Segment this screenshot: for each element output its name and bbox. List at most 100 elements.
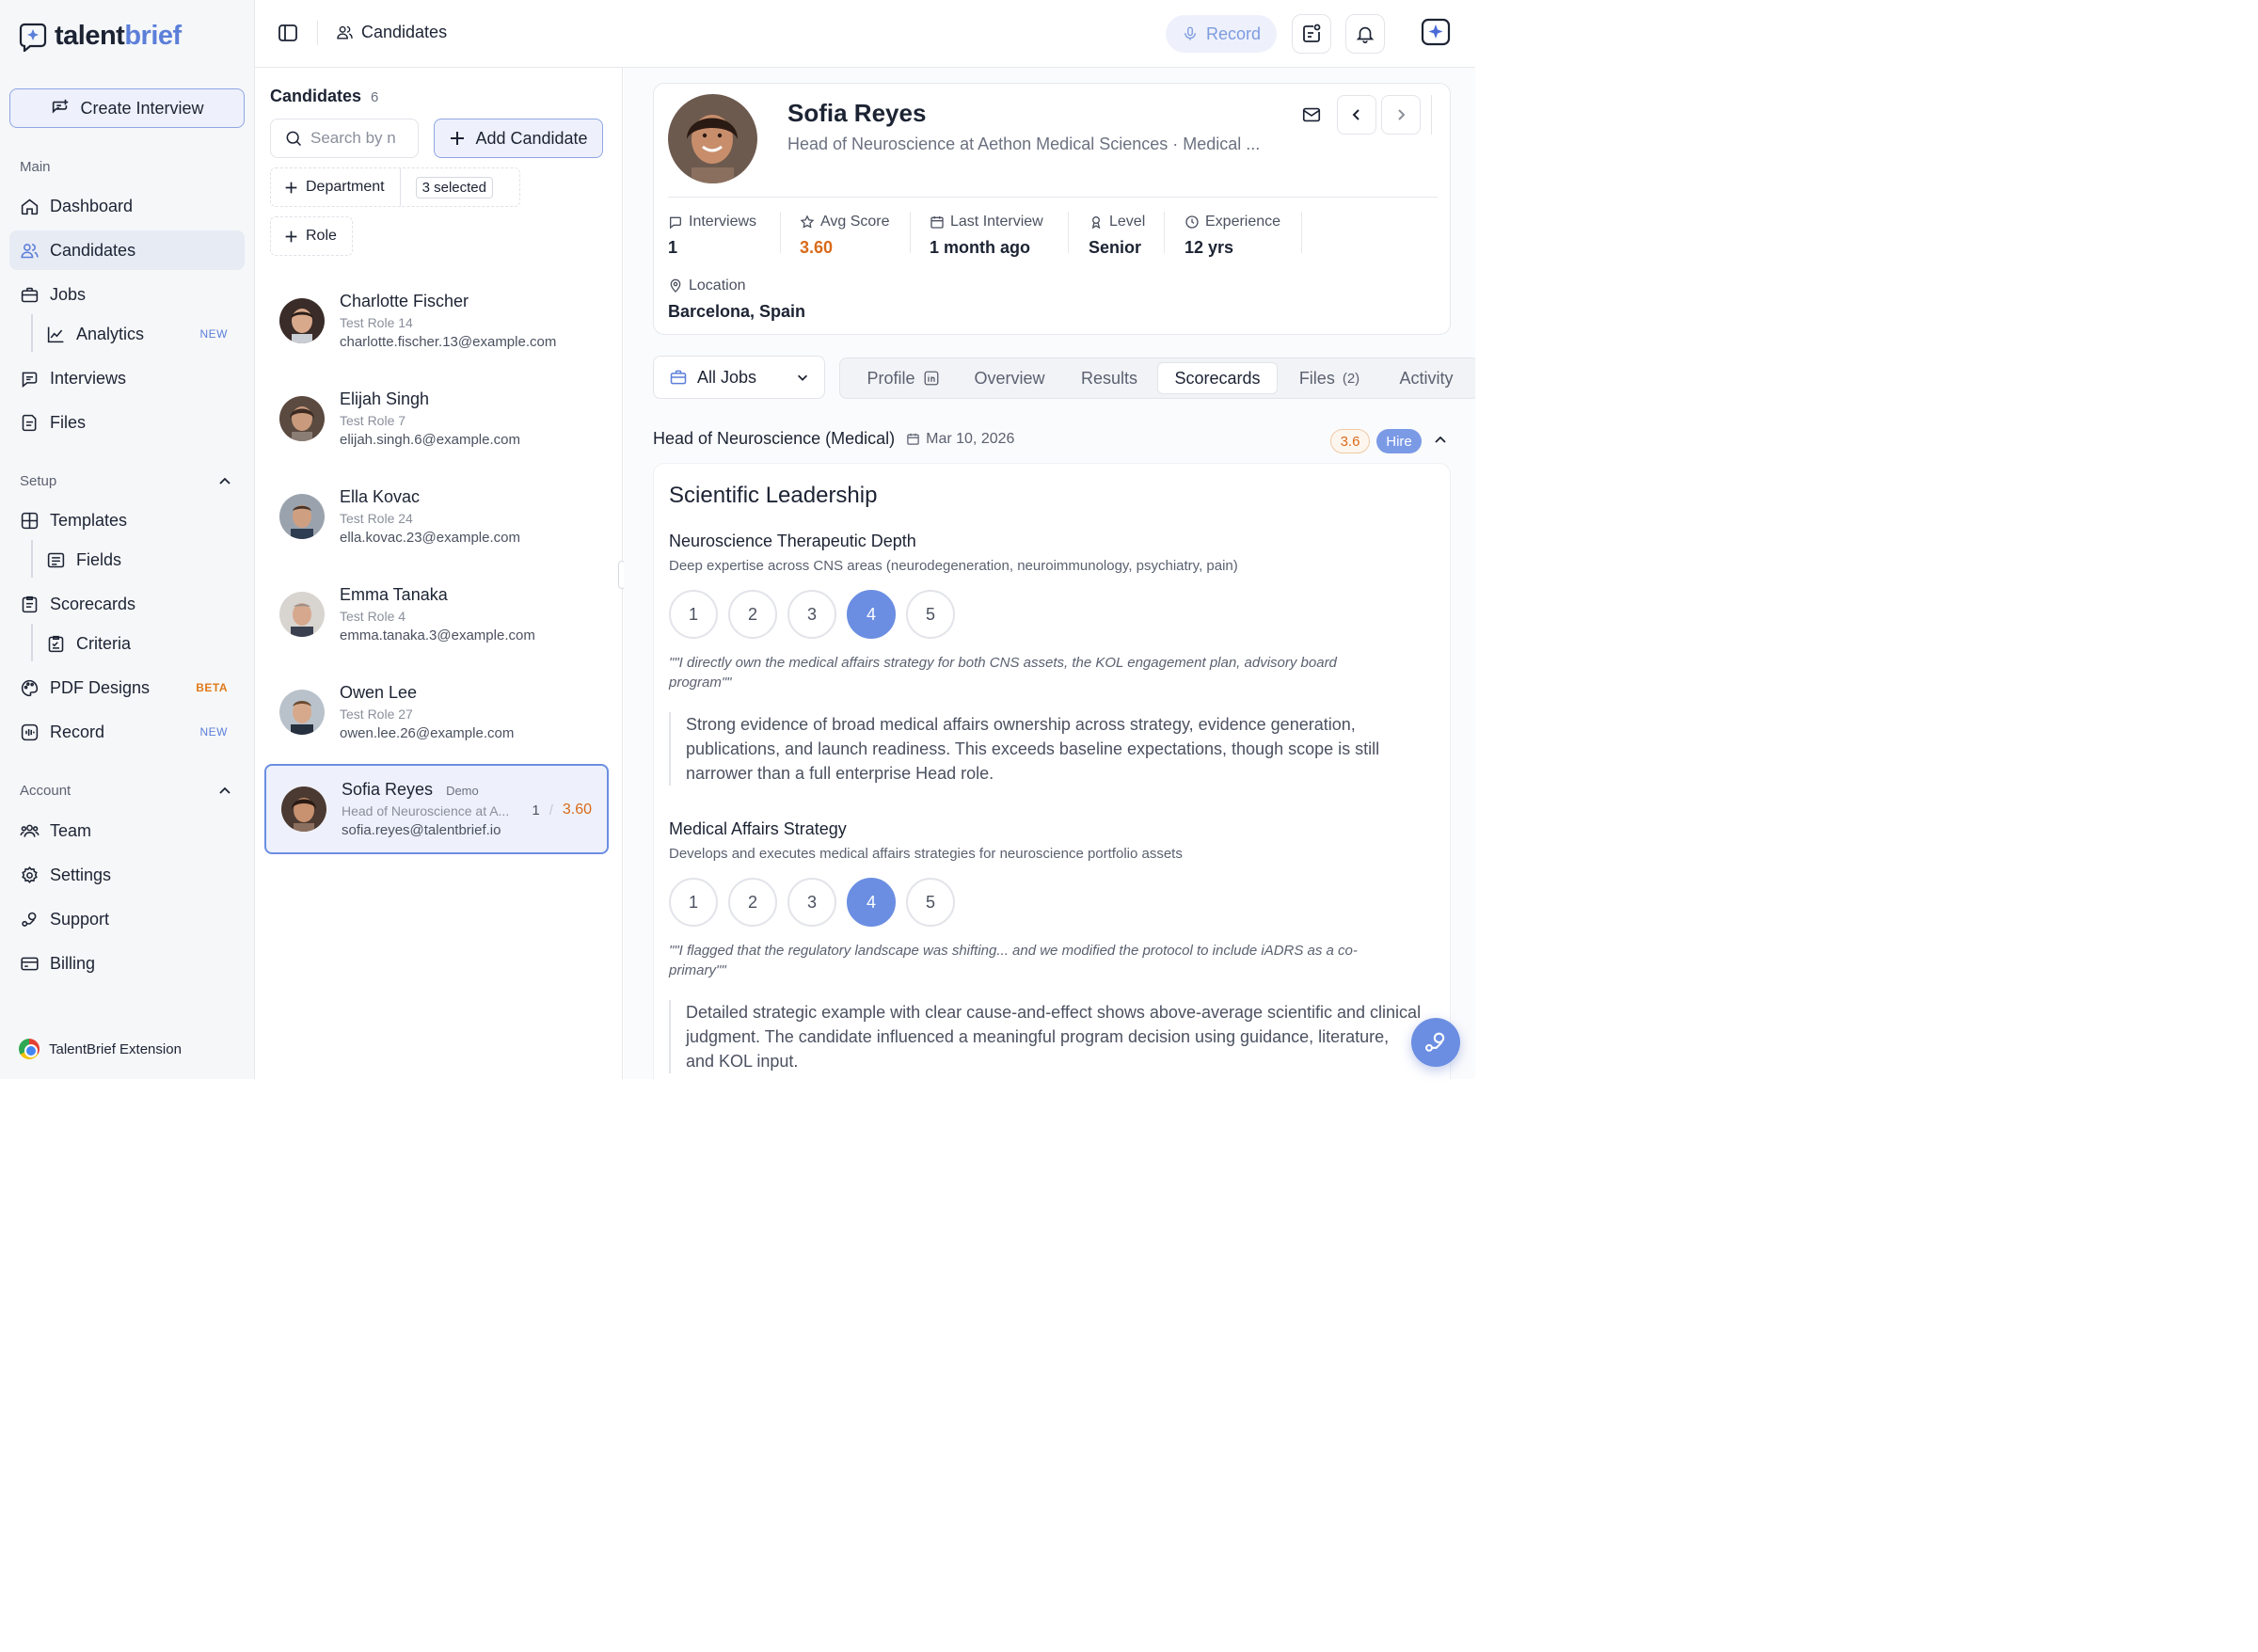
divider [668, 197, 1438, 198]
mail-icon[interactable] [1301, 104, 1322, 125]
rating-option[interactable]: 3 [787, 878, 836, 927]
interview-count: 1 [532, 802, 540, 818]
sidebar-item-jobs[interactable]: Jobs [9, 275, 245, 314]
evidence-quote: ""I flagged that the regulatory landscap… [669, 943, 1358, 978]
rating-option-selected[interactable]: 4 [847, 878, 896, 927]
plus-icon [451, 132, 465, 145]
sidebar-item-criteria[interactable]: Criteria [36, 624, 245, 663]
ai-assistant-button[interactable] [1417, 14, 1455, 52]
candidate-role: Test Role 14 [340, 315, 413, 330]
sparkle-chat-icon [1421, 18, 1451, 46]
divider [1431, 95, 1432, 135]
stat-level: Level Senior [1089, 214, 1146, 257]
updates-button[interactable] [1292, 14, 1331, 54]
notifications-button[interactable] [1345, 14, 1385, 54]
tab-activity[interactable]: Activity [1384, 362, 1469, 394]
sidebar-toggle-icon[interactable] [278, 23, 298, 43]
sidebar-item-candidates[interactable]: Candidates [9, 230, 245, 270]
support-chat-button[interactable] [1411, 1018, 1460, 1067]
briefcase-icon [21, 287, 39, 302]
rating-scale: 1 2 3 4 5 [669, 590, 955, 639]
sidebar-item-dashboard[interactable]: Dashboard [9, 186, 245, 226]
list-item[interactable]: Elijah Singh Test Role 7 elijah.singh.6@… [264, 373, 609, 464]
rating-option[interactable]: 2 [728, 590, 777, 639]
rating-option[interactable]: 5 [906, 590, 955, 639]
chevron-up-icon[interactable] [1433, 433, 1448, 448]
section-setup-label: Setup [20, 473, 57, 489]
gear-icon [22, 866, 38, 883]
list-item[interactable]: Emma Tanaka Test Role 4 emma.tanaka.3@ex… [264, 569, 609, 659]
list-item[interactable]: Charlotte Fischer Test Role 14 charlotte… [264, 276, 609, 366]
record-button[interactable]: Record [1166, 15, 1277, 53]
tab-results[interactable]: Results [1070, 362, 1149, 394]
avatar [281, 786, 326, 832]
sidebar-item-label: Team [50, 820, 92, 840]
tab-scorecards[interactable]: Scorecards [1157, 362, 1278, 394]
bell-icon [1356, 26, 1375, 43]
sidebar-item-label: Templates [50, 510, 128, 530]
search-input[interactable]: Search by n [270, 119, 419, 158]
sidebar-item-support[interactable]: Support [9, 899, 245, 939]
extension-link[interactable]: TalentBrief Extension [19, 1039, 182, 1059]
role-filter[interactable]: Role [270, 216, 353, 256]
sidebar-item-interviews[interactable]: Interviews [9, 358, 245, 398]
tab-profile[interactable]: Profile [851, 362, 955, 394]
list-item[interactable]: Ella Kovac Test Role 24 ella.kovac.23@ex… [264, 471, 609, 562]
sidebar-item-scorecards[interactable]: Scorecards [9, 584, 245, 624]
rating-option[interactable]: 1 [669, 590, 718, 639]
divider [399, 168, 401, 206]
candidate-name-heading: Sofia Reyes [787, 99, 927, 127]
rating-option-selected[interactable]: 4 [847, 590, 896, 639]
sidebar-item-billing[interactable]: Billing [9, 944, 245, 983]
previous-candidate-button[interactable] [1337, 95, 1376, 135]
sidebar-item-label: Files [50, 412, 87, 432]
sidebar-item-record[interactable]: Record NEW [9, 712, 245, 752]
list-item[interactable]: Owen Lee Test Role 27 owen.lee.26@exampl… [264, 667, 609, 757]
rating-option[interactable]: 3 [787, 590, 836, 639]
sidebar-item-fields[interactable]: Fields [36, 540, 245, 580]
rating-option[interactable]: 1 [669, 878, 718, 927]
sidebar-item-team[interactable]: Team [9, 811, 245, 850]
rating-option[interactable]: 5 [906, 878, 955, 927]
map-pin-icon [670, 278, 681, 293]
add-candidate-button[interactable]: Add Candidate [434, 119, 603, 158]
divider [317, 21, 318, 45]
create-interview-button[interactable]: Create Interview [9, 88, 245, 128]
candidate-email: owen.lee.26@example.com [340, 725, 515, 741]
candidate-name: Ella Kovac [340, 487, 421, 506]
topbar: Candidates Record [255, 0, 1475, 68]
selected-count-pill: 3 selected [415, 176, 493, 199]
next-candidate-button[interactable] [1381, 95, 1421, 135]
stat-last-interview: Last Interview 1 month ago [930, 214, 1043, 257]
layout-icon [21, 512, 39, 529]
profile-card: Sofia Reyes Head of Neuroscience at Aeth… [653, 83, 1451, 335]
sidebar-item-templates[interactable]: Templates [9, 500, 245, 540]
stat-avg-score: Avg Score 3.60 [800, 214, 890, 257]
sidebar-item-analytics[interactable]: Analytics NEW [36, 314, 245, 354]
plus-icon [285, 230, 297, 242]
candidate-name: Elijah Singh [340, 389, 430, 408]
tab-overview[interactable]: Overview [962, 362, 1057, 394]
jobs-select[interactable]: All Jobs [653, 356, 825, 399]
divider [910, 212, 911, 253]
brand-logo[interactable]: talentbrief [19, 21, 182, 52]
chevron-up-icon[interactable] [217, 784, 232, 799]
breadcrumb: Candidates [336, 23, 447, 42]
sidebar-item-label: Support [50, 909, 110, 929]
breadcrumb-label: Candidates [361, 23, 448, 41]
scorecard-header[interactable]: Head of Neuroscience (Medical) Mar 10, 2… [653, 429, 1014, 449]
list-item-selected[interactable]: Sofia Reyes Demo Head of Neuroscience at … [264, 764, 609, 854]
clipboard-icon [22, 596, 38, 612]
clock-icon [1185, 215, 1199, 229]
rating-option[interactable]: 2 [728, 878, 777, 927]
sidebar-item-files[interactable]: Files [9, 403, 245, 442]
tab-files[interactable]: Files (2) [1286, 362, 1373, 394]
chevron-up-icon[interactable] [217, 474, 232, 489]
department-filter[interactable]: Department 3 selected [270, 167, 520, 207]
sidebar-item-pdf-designs[interactable]: PDF Designs BETA [9, 668, 245, 707]
sidebar-item-label: Analytics [76, 324, 145, 343]
extension-label: TalentBrief Extension [49, 1040, 182, 1057]
sidebar-item-settings[interactable]: Settings [9, 855, 245, 895]
meta-separator: / [549, 802, 553, 818]
users-icon [21, 243, 39, 258]
